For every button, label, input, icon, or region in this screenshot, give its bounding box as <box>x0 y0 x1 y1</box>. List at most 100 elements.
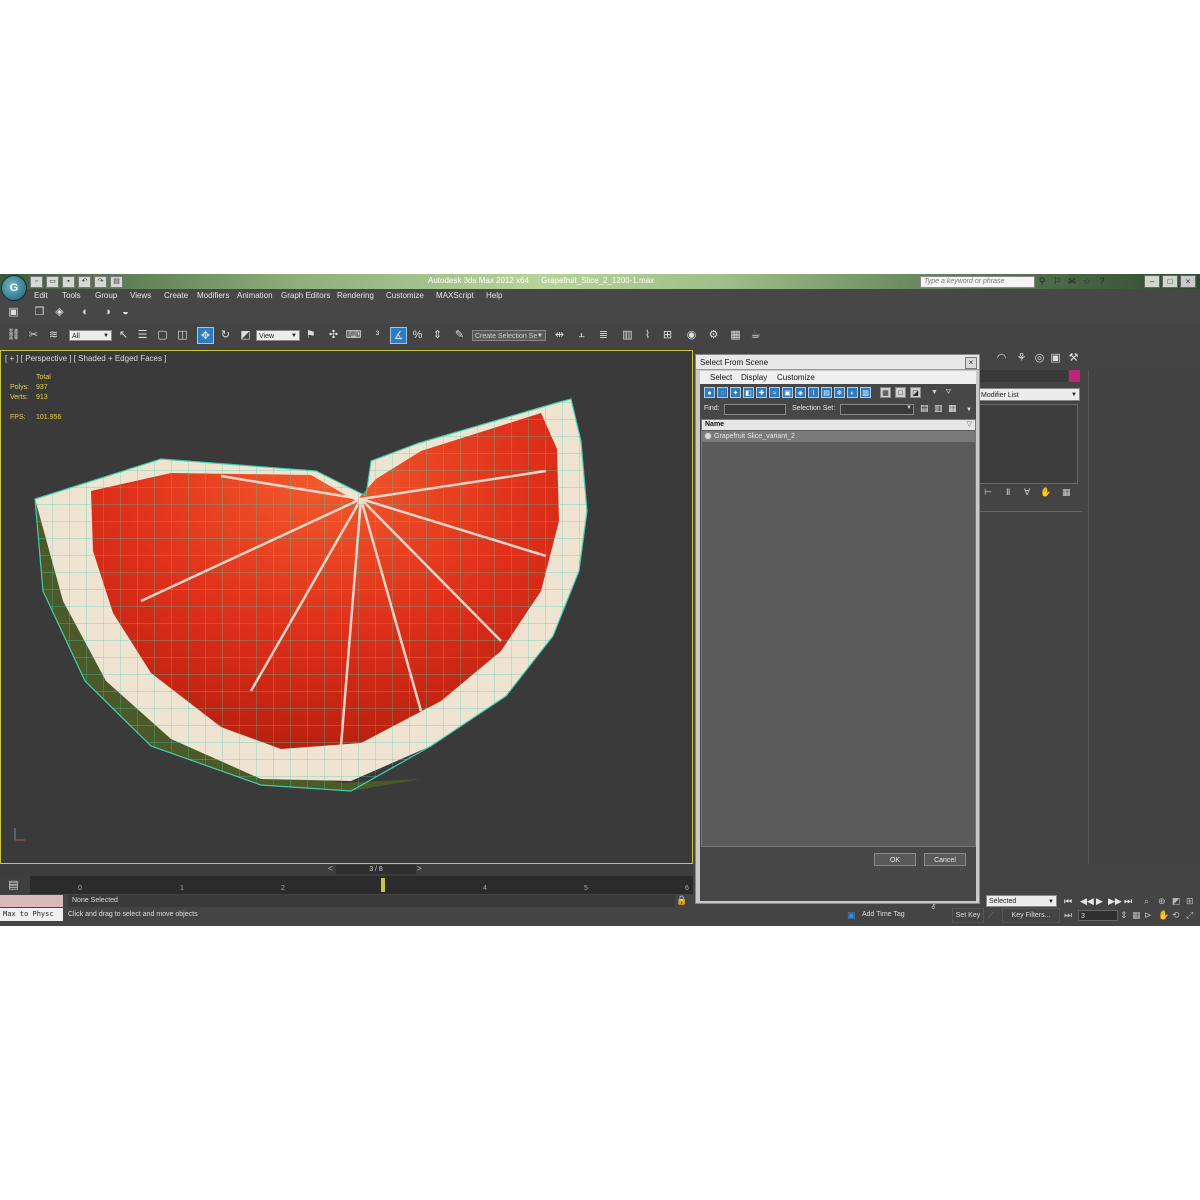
select-scale-icon[interactable]: ◩ <box>238 327 253 342</box>
key-selection-dropdown[interactable]: Selected ▼ <box>986 895 1057 907</box>
dialog-title[interactable]: Select From Scene <box>696 355 979 370</box>
time-slider-thumb[interactable]: 3 / 8 <box>336 865 416 874</box>
communication-icon[interactable]: ✉ <box>1067 276 1077 286</box>
tab-utilities-icon[interactable]: ⚒ <box>1066 350 1081 365</box>
binoculars-icon[interactable]: ⚲ <box>1037 276 1047 286</box>
filter-lights-icon[interactable]: ✦ <box>730 387 741 398</box>
edit-named-selections-icon[interactable]: ✎ <box>452 327 467 342</box>
angle-snap-toggle-icon[interactable]: ∡ <box>390 327 407 344</box>
menu-help[interactable]: Help <box>486 291 502 300</box>
time-tag-icon[interactable]: ▣ <box>847 910 856 921</box>
unlink-icon[interactable]: ✂ <box>26 327 41 342</box>
close-icon[interactable]: × <box>1180 275 1196 288</box>
maximize-icon[interactable]: □ <box>1162 275 1178 288</box>
filter-display-icon[interactable]: ▥ <box>860 387 871 398</box>
snap-toggle-icon[interactable]: ◐ <box>78 304 93 319</box>
remove-selection-set-icon[interactable]: ▦ <box>948 403 957 414</box>
selection-filter-dropdown[interactable]: All ▼ <box>69 330 112 341</box>
save-selection-set-icon[interactable]: ▤ <box>920 403 929 414</box>
tab-display-icon[interactable]: ▣ <box>1048 350 1063 365</box>
go-to-end-icon[interactable]: ⏭ <box>1124 896 1132 907</box>
filter-hidden-icon[interactable]: ◐ <box>847 387 858 398</box>
menu-animation[interactable]: Animation <box>237 291 273 300</box>
tab-motion-icon[interactable]: ◎ <box>1032 350 1047 365</box>
bind-spacewarp-icon[interactable]: ≋ <box>46 327 61 342</box>
select-link-icon[interactable]: ⛓ <box>6 327 21 342</box>
zoom-all-icon[interactable]: ⊕ <box>1158 896 1166 907</box>
field-of-view-icon[interactable]: ⊳ <box>1144 910 1152 921</box>
filter-xrefs-icon[interactable]: ◈ <box>795 387 806 398</box>
save-file-icon[interactable]: ▪ <box>62 276 75 288</box>
current-frame-field[interactable]: 3 <box>1078 910 1118 921</box>
previous-frame-icon[interactable]: ◀◀ <box>1080 896 1094 907</box>
favorites-icon[interactable]: ☆ <box>1082 276 1092 286</box>
snaps-3d-icon[interactable]: ³ <box>370 327 385 342</box>
pan-view-icon[interactable]: ✋ <box>1158 910 1169 921</box>
frame-spinner-icon[interactable]: ⇕ <box>1120 910 1128 921</box>
subscription-icon[interactable]: ⚐ <box>1052 276 1062 286</box>
filter-funnel-icon[interactable]: ▼ <box>929 387 940 398</box>
filter-spacewarps-icon[interactable]: ≈ <box>769 387 780 398</box>
menu-graph-editors[interactable]: Graph Editors <box>281 291 330 300</box>
selection-set-dropdown[interactable]: ▼ <box>840 404 914 415</box>
open-file-icon[interactable]: ▭ <box>46 276 59 288</box>
prev-frame-arrow-icon[interactable]: < <box>328 864 333 873</box>
zoom-extents-all-icon[interactable]: ⊞ <box>1186 896 1194 907</box>
modifier-list-dropdown[interactable]: Modifier List ▼ <box>978 388 1080 401</box>
keyframe-marker[interactable] <box>381 878 385 892</box>
manipulate-icon[interactable]: ✣ <box>326 327 341 342</box>
modifier-stack[interactable] <box>978 404 1078 484</box>
key-filters-button[interactable]: Key Filters... <box>1002 908 1060 923</box>
tab-hierarchy-icon[interactable]: ⚘ <box>1014 350 1029 365</box>
rendered-frame-icon[interactable]: ▦ <box>728 327 743 342</box>
show-end-result-icon[interactable]: Ⅱ <box>1006 487 1010 498</box>
filter-bones-icon[interactable]: ⌇ <box>808 387 819 398</box>
schematic-view-icon[interactable]: ⊞ <box>660 327 675 342</box>
object-name-field[interactable] <box>978 370 1068 382</box>
select-all-icon[interactable]: ▦ <box>880 387 891 398</box>
help-icon[interactable]: ? <box>1097 276 1107 286</box>
cancel-button[interactable]: Cancel <box>924 853 966 866</box>
dialog-menu-display[interactable]: Display <box>741 373 767 382</box>
edit-selection-set-icon[interactable]: ▥ <box>934 403 943 414</box>
object-color-swatch[interactable] <box>1069 370 1080 382</box>
redo-icon[interactable]: ↷ <box>94 276 107 288</box>
spinner-snap-icon[interactable]: ⇕ <box>430 327 445 342</box>
project-folder-icon[interactable]: ▤ <box>110 276 123 288</box>
named-selection-set-dropdown[interactable]: Create Selection Se ▼ <box>472 330 546 341</box>
filter-shapes-icon[interactable]: ◌ <box>717 387 728 398</box>
menu-edit[interactable]: Edit <box>34 291 48 300</box>
rectangular-region-icon[interactable]: ▢ <box>155 327 170 342</box>
filter-helpers-icon[interactable]: ✚ <box>756 387 767 398</box>
maxscript-mini-listener-top[interactable] <box>0 895 63 907</box>
filter-containers-icon[interactable]: ▤ <box>821 387 832 398</box>
container-icon[interactable]: ▣ <box>6 304 21 319</box>
filter-cameras-icon[interactable]: ◧ <box>743 387 754 398</box>
select-object-icon[interactable]: ↖ <box>116 327 131 342</box>
pivot-center-icon[interactable]: ⚑ <box>303 327 318 342</box>
layer-manager-icon[interactable]: ≣ <box>596 327 611 342</box>
orbit-icon[interactable]: ⟲ <box>1172 910 1180 921</box>
lock-selection-icon[interactable]: 🔒 <box>676 895 687 906</box>
dialog-menu-select[interactable]: Select <box>710 373 732 382</box>
dialog-menu-customize[interactable]: Customize <box>777 373 815 382</box>
perspective-viewport[interactable]: [ + ] [ Perspective ] [ Shaded + Edged F… <box>0 350 693 864</box>
percent-snap-icon[interactable]: ◒ <box>118 304 133 319</box>
app-logo-icon[interactable]: G <box>1 275 27 301</box>
filter-geometry-icon[interactable]: ● <box>704 387 715 398</box>
minimize-icon[interactable]: – <box>1144 275 1160 288</box>
scene-explorer-icon[interactable]: ◈ <box>52 304 67 319</box>
make-unique-icon[interactable]: ∀ <box>1024 487 1030 498</box>
filter-options-icon[interactable]: ⛛ <box>943 387 954 398</box>
menu-customize[interactable]: Customize <box>386 291 424 300</box>
time-configuration-icon[interactable]: ▦ <box>1132 910 1141 921</box>
undo-icon[interactable]: ↶ <box>78 276 91 288</box>
set-key-button[interactable]: Set Key <box>952 908 984 923</box>
menu-modifiers[interactable]: Modifiers <box>197 291 229 300</box>
layer-icon[interactable]: ❒ <box>32 304 47 319</box>
sort-arrow-icon[interactable]: ▽ <box>967 420 972 430</box>
select-rotate-icon[interactable]: ↻ <box>218 327 233 342</box>
graphite-toggle-icon[interactable]: ▥ <box>620 327 635 342</box>
remove-modifier-icon[interactable]: ✋ <box>1040 487 1051 498</box>
go-to-start-icon[interactable]: ⏮ <box>1064 896 1072 907</box>
